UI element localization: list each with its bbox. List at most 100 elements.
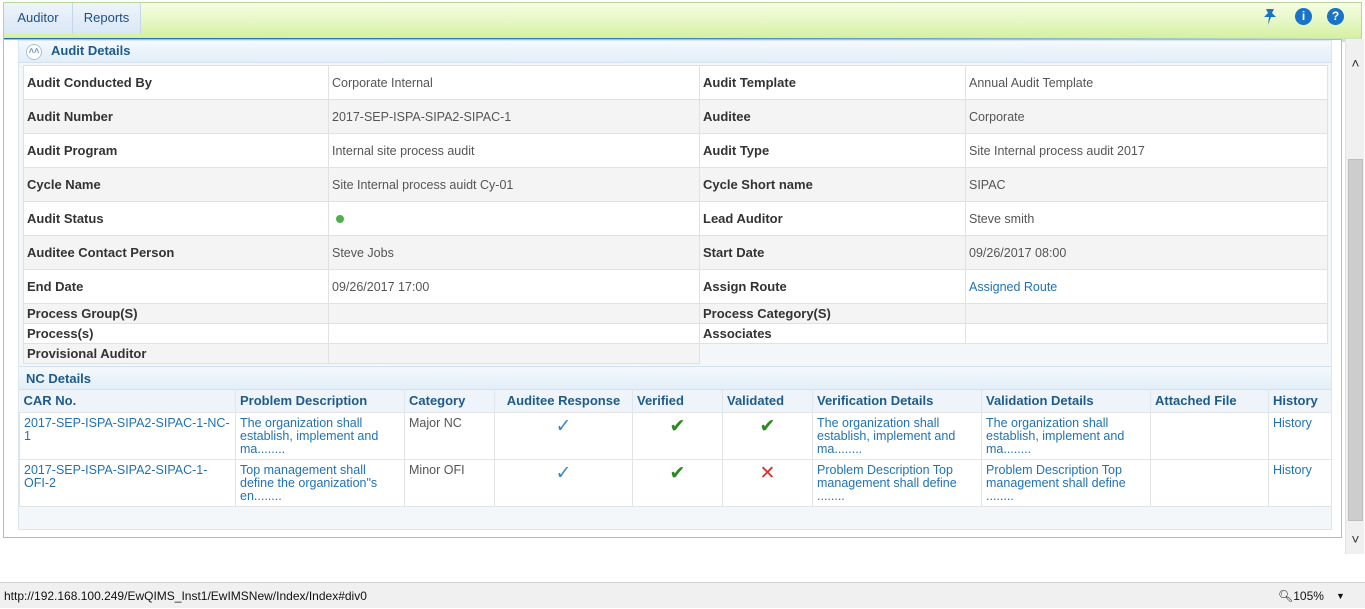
details-row: Audit Number 2017-SEP-ISPA-SIPA2-SIPAC-1 A… [23, 99, 1328, 134]
detail-value: Corporate [965, 99, 1328, 134]
help-icon[interactable]: ? [1327, 8, 1344, 25]
detail-value: 09/26/2017 08:00 [965, 235, 1328, 270]
audit-details-header[interactable]: ˄˄ Audit Details [19, 41, 1331, 63]
detail-label: Assign Route [699, 269, 966, 304]
history-cell: History [1268, 458, 1332, 507]
problem-description-link[interactable]: Top management shall define the organiza… [240, 463, 377, 503]
detail-value: Steve smith [965, 201, 1328, 236]
info-icon[interactable]: i [1295, 8, 1312, 25]
col-history: History [1268, 390, 1332, 412]
zoom-level[interactable]: 🔍︎105% [1278, 583, 1324, 609]
audit-status-indicator [336, 214, 344, 223]
detail-label: Audit Type [699, 133, 966, 168]
col-attached-file: Attached File [1150, 390, 1269, 412]
check-icon: ✔ [669, 462, 686, 484]
verified-cell: ✔ [632, 458, 723, 507]
detail-value [328, 343, 700, 364]
nc-details-header: NC Details [19, 366, 1331, 390]
validated-cell: ✕ [722, 458, 813, 507]
tab-reports[interactable]: Reports [73, 3, 141, 34]
col-validated: Validated [722, 390, 813, 412]
nc-details-table: CAR No. Problem Description Category Aud… [19, 390, 1332, 507]
problem-description-cell: The organization shall establish, implem… [235, 411, 405, 460]
tab-auditor[interactable]: Auditor [4, 3, 73, 34]
nc-row: 2017-SEP-ISPA-SIPA2-SIPAC-1-NC-1 The orga… [19, 411, 1332, 460]
detail-label: Lead Auditor [699, 201, 966, 236]
details-row: Audit Program Internal site process audit… [23, 133, 1328, 168]
detail-value: 2017-SEP-ISPA-SIPA2-SIPAC-1 [328, 99, 700, 134]
history-link[interactable]: History [1273, 463, 1312, 477]
details-row: End Date 09/26/2017 17:00 Assign Route Assi… [23, 269, 1328, 304]
audit-panel: ˄˄ Audit Details Audit Conducted By Corpo… [18, 40, 1332, 530]
validation-details-cell: Problem Description Top management shall… [981, 458, 1151, 507]
validation-details-cell: The organization shall establish, implem… [981, 411, 1151, 460]
car-number-link[interactable]: 2017-SEP-ISPA-SIPA2-SIPAC-1-OFI-2 [24, 463, 207, 490]
detail-value [328, 201, 700, 236]
problem-description-link[interactable]: The organization shall establish, implem… [240, 416, 378, 456]
detail-value [965, 303, 1328, 324]
nc-details-title: NC Details [26, 371, 92, 386]
assigned-route-link[interactable]: Assigned Route [969, 280, 1057, 294]
category-value: Minor OFI [404, 458, 495, 507]
detail-value: Site Internal process audit 2017 [965, 133, 1328, 168]
col-car-no: CAR No. [19, 390, 236, 412]
detail-spacer [700, 344, 966, 364]
verification-details-cell: Problem Description Top management shall… [812, 458, 982, 507]
col-problem-description: Problem Description [235, 390, 405, 412]
collapse-up-icon[interactable]: ˄˄ [26, 44, 42, 60]
detail-label: End Date [23, 269, 329, 304]
check-icon: ✓ [555, 415, 572, 437]
details-row: Audit Status Lead Auditor Steve smith [23, 201, 1328, 236]
col-category: Category [404, 390, 495, 412]
car-number-cell: 2017-SEP-ISPA-SIPA2-SIPAC-1-OFI-2 [19, 458, 236, 507]
check-icon: ✔ [759, 415, 776, 437]
car-number-link[interactable]: 2017-SEP-ISPA-SIPA2-SIPAC-1-NC-1 [24, 416, 230, 443]
detail-label: Process Category(S) [699, 303, 966, 324]
car-number-cell: 2017-SEP-ISPA-SIPA2-SIPAC-1-NC-1 [19, 411, 236, 460]
detail-label: Cycle Name [23, 167, 329, 202]
scroll-up-icon[interactable]: ˄ [1346, 53, 1365, 73]
history-link[interactable]: History [1273, 416, 1312, 430]
category-value: Major NC [404, 411, 495, 460]
details-row: Auditee Contact Person Steve Jobs Start Da… [23, 235, 1328, 270]
problem-description-cell: Top management shall define the organiza… [235, 458, 405, 507]
detail-value [328, 323, 700, 344]
verification-details-link[interactable]: The organization shall establish, implem… [817, 416, 955, 456]
details-row: Cycle Name Site Internal process auidt Cy… [23, 167, 1328, 202]
zoom-dropdown-icon[interactable]: ▼ [1336, 583, 1345, 609]
details-row: Process(s) Associates [23, 323, 1328, 344]
vertical-scrollbar[interactable]: ˄ ˅ [1345, 39, 1364, 554]
details-row: Provisional Auditor [23, 343, 1328, 364]
scroll-thumb[interactable] [1348, 159, 1363, 521]
verification-details-cell: The organization shall establish, implem… [812, 411, 982, 460]
col-verified: Verified [632, 390, 723, 412]
status-url: http://192.168.100.249/EwQIMS_Inst1/EwIM… [4, 589, 367, 603]
validation-details-link[interactable]: The organization shall establish, implem… [986, 416, 1124, 456]
zoom-icon: 🔍︎ [1278, 589, 1294, 603]
detail-value: Internal site process audit [328, 133, 700, 168]
verification-details-link[interactable]: Problem Description Top management shall… [817, 463, 957, 503]
zoom-value: 105% [1293, 589, 1324, 603]
detail-spacer [966, 344, 1328, 364]
detail-label: Auditee Contact Person [23, 235, 329, 270]
top-nav-bar: Auditor Reports i ? [3, 2, 1362, 42]
detail-label: Audit Program [23, 133, 329, 168]
nc-row: 2017-SEP-ISPA-SIPA2-SIPAC-1-OFI-2 Top man… [19, 458, 1332, 507]
history-cell: History [1268, 411, 1332, 460]
detail-label: Process(s) [23, 323, 329, 344]
validated-cell: ✔ [722, 411, 813, 460]
detail-label: Audit Template [699, 65, 966, 100]
detail-label: Audit Status [23, 201, 329, 236]
scroll-down-icon[interactable]: ˅ [1346, 529, 1365, 549]
details-row: Process Group(S) Process Category(S) [23, 303, 1328, 324]
detail-label: Start Date [699, 235, 966, 270]
pin-icon[interactable] [1260, 7, 1280, 27]
detail-label: Auditee [699, 99, 966, 134]
detail-label: Provisional Auditor [23, 343, 329, 364]
content-frame: ˄˄ Audit Details Audit Conducted By Corpo… [3, 39, 1342, 538]
detail-label: Process Group(S) [23, 303, 329, 324]
verified-cell: ✔ [632, 411, 723, 460]
validation-details-link[interactable]: Problem Description Top management shall… [986, 463, 1126, 503]
audit-details-title: Audit Details [51, 43, 131, 58]
attached-file-cell [1150, 411, 1269, 460]
